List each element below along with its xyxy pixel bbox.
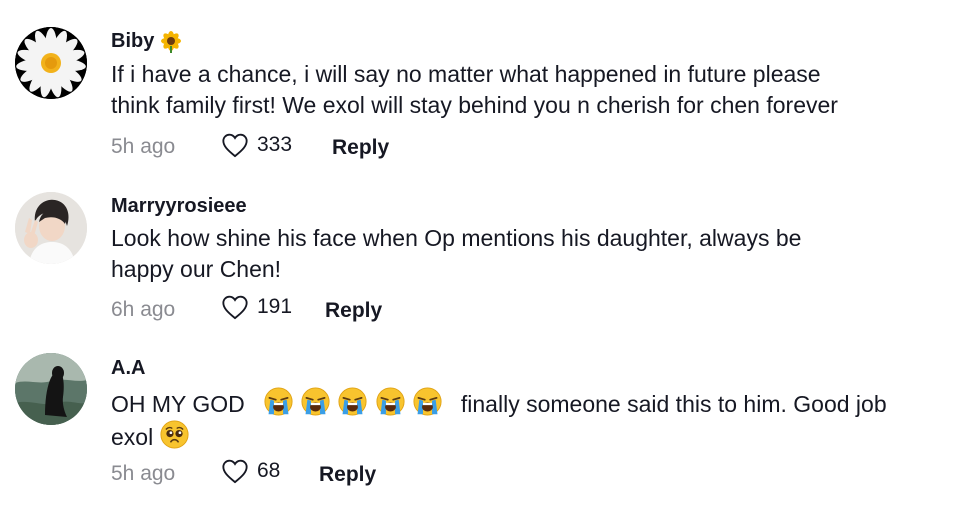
timestamp: 6h ago — [111, 298, 176, 321]
like-count: 68 — [257, 459, 281, 482]
timestamp: 5h ago — [111, 462, 176, 485]
loudly-crying-face-icon — [338, 387, 367, 416]
username[interactable]: A.A — [111, 357, 145, 380]
like-count: 333 — [257, 133, 293, 156]
pleading-face-icon — [160, 420, 189, 449]
username-text[interactable]: A.A — [111, 357, 145, 380]
username[interactable]: Biby — [111, 30, 182, 53]
heart-icon[interactable] — [221, 458, 249, 484]
comment-text: OH MY GOD finally someone said this to h… — [111, 387, 931, 453]
timestamp: 5h ago — [111, 135, 176, 158]
daisy-avatar-icon — [15, 27, 87, 99]
reply-button[interactable]: Reply — [332, 136, 389, 160]
avatar[interactable] — [15, 192, 87, 264]
avatar[interactable] — [15, 27, 87, 99]
like-count: 191 — [257, 295, 293, 318]
comment-item: Biby If i have a chance, i will say no m… — [0, 0, 953, 170]
comment-text-line: If i have a chance, i will say no matter… — [111, 61, 821, 87]
loudly-crying-face-icon — [264, 387, 293, 416]
comment-item: Marryyrosieee Look how shine his face wh… — [0, 170, 953, 335]
sunflower-icon — [161, 30, 182, 53]
comment-text-segment: exol — [111, 424, 154, 450]
reply-button[interactable]: Reply — [319, 463, 376, 487]
comment-text-line: exol — [111, 420, 931, 453]
loudly-crying-face-icon — [301, 387, 330, 416]
heart-icon[interactable] — [221, 132, 249, 158]
loudly-crying-face-icon — [413, 387, 442, 416]
comment-text-segment: OH MY GOD — [111, 391, 245, 417]
like-button[interactable]: 68 — [221, 458, 280, 484]
comment-item: A.A OH MY GOD finally someone said this … — [0, 335, 953, 515]
comment-text-line: happy our Chen! — [111, 256, 282, 282]
comment-meta: 6h ago — [111, 295, 175, 325]
like-button[interactable]: 333 — [221, 132, 292, 158]
username-text[interactable]: Marryyrosieee — [111, 195, 247, 218]
avatar[interactable] — [15, 353, 87, 425]
reply-button[interactable]: Reply — [325, 299, 382, 323]
comment-text-line: think family first! We exol will stay be… — [111, 92, 838, 118]
comment-text-line: Look how shine his face when Op mentions… — [111, 225, 802, 251]
comment-text-segment: finally someone said this to him. Good j… — [460, 391, 887, 417]
username-text[interactable]: Biby — [111, 30, 154, 53]
nature-avatar-icon — [15, 353, 87, 425]
comment-meta: 5h ago — [111, 132, 175, 162]
like-button[interactable]: 191 — [221, 294, 292, 320]
comment-text: If i have a chance, i will say no matter… — [111, 59, 931, 121]
comment-text: Look how shine his face when Op mentions… — [111, 223, 931, 285]
person-avatar-icon — [15, 192, 87, 264]
username[interactable]: Marryyrosieee — [111, 195, 247, 218]
heart-icon[interactable] — [221, 294, 249, 320]
loudly-crying-face-icon — [376, 387, 405, 416]
comment-text-line: OH MY GOD finally someone said this to h… — [111, 387, 931, 420]
comment-meta: 5h ago — [111, 459, 175, 489]
